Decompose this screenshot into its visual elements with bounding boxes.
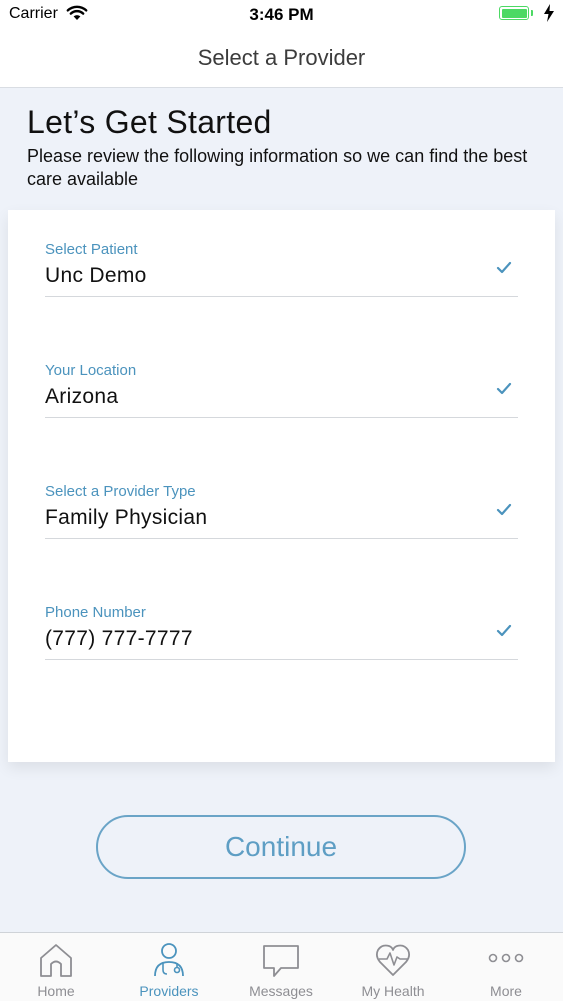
tab-bar: Home Providers Messages My Health More	[0, 932, 563, 1001]
field-value: Family Physician	[45, 506, 208, 529]
tab-home[interactable]: Home	[0, 933, 112, 1001]
page-title: Select a Provider	[197, 45, 366, 70]
more-dots-icon	[486, 940, 526, 980]
tab-label: Providers	[139, 983, 199, 999]
field-label: Phone Number	[45, 604, 146, 621]
checkmark-icon	[496, 624, 512, 643]
select-patient-field[interactable]: Select Patient Unc Demo	[45, 210, 518, 297]
field-label: Your Location	[45, 362, 137, 379]
field-value: Arizona	[45, 385, 119, 408]
provider-icon	[149, 940, 189, 980]
status-bar: Carrier 3:46 PM	[0, 0, 563, 30]
continue-button[interactable]: Continue	[96, 815, 466, 879]
clock: 3:46 PM	[249, 5, 314, 24]
tab-messages[interactable]: Messages	[225, 933, 337, 1001]
tab-more[interactable]: More	[450, 933, 562, 1001]
field-label: Select a Provider Type	[45, 483, 196, 500]
navigation-bar: Select a Provider	[0, 30, 563, 88]
phone-number-field[interactable]: Phone Number (777) 777-7777	[45, 573, 518, 660]
field-value: Unc Demo	[45, 264, 147, 287]
tab-label: Home	[37, 983, 75, 999]
checkmark-icon	[496, 503, 512, 522]
battery-icon	[499, 6, 529, 20]
field-value: (777) 777-7777	[45, 627, 193, 650]
intro-subtitle: Please review the following information …	[27, 146, 528, 189]
tab-label: More	[490, 983, 522, 999]
tab-label: My Health	[361, 983, 425, 999]
checkmark-icon	[496, 261, 512, 280]
chat-bubble-icon	[261, 940, 301, 980]
form-card: Select Patient Unc Demo Your Location Ar…	[8, 210, 555, 762]
battery-tip	[531, 10, 533, 16]
field-label: Select Patient	[45, 241, 138, 258]
intro-heading: Let’s Get Started	[27, 104, 272, 140]
home-icon	[36, 940, 76, 980]
checkmark-icon	[496, 382, 512, 401]
charging-bolt-icon	[543, 4, 555, 27]
location-field[interactable]: Your Location Arizona	[45, 331, 518, 418]
tab-label: Messages	[249, 983, 313, 999]
tab-providers[interactable]: Providers	[113, 933, 225, 1001]
heart-pulse-icon	[373, 940, 413, 980]
provider-type-field[interactable]: Select a Provider Type Family Physician	[45, 452, 518, 539]
tab-my-health[interactable]: My Health	[337, 933, 449, 1001]
